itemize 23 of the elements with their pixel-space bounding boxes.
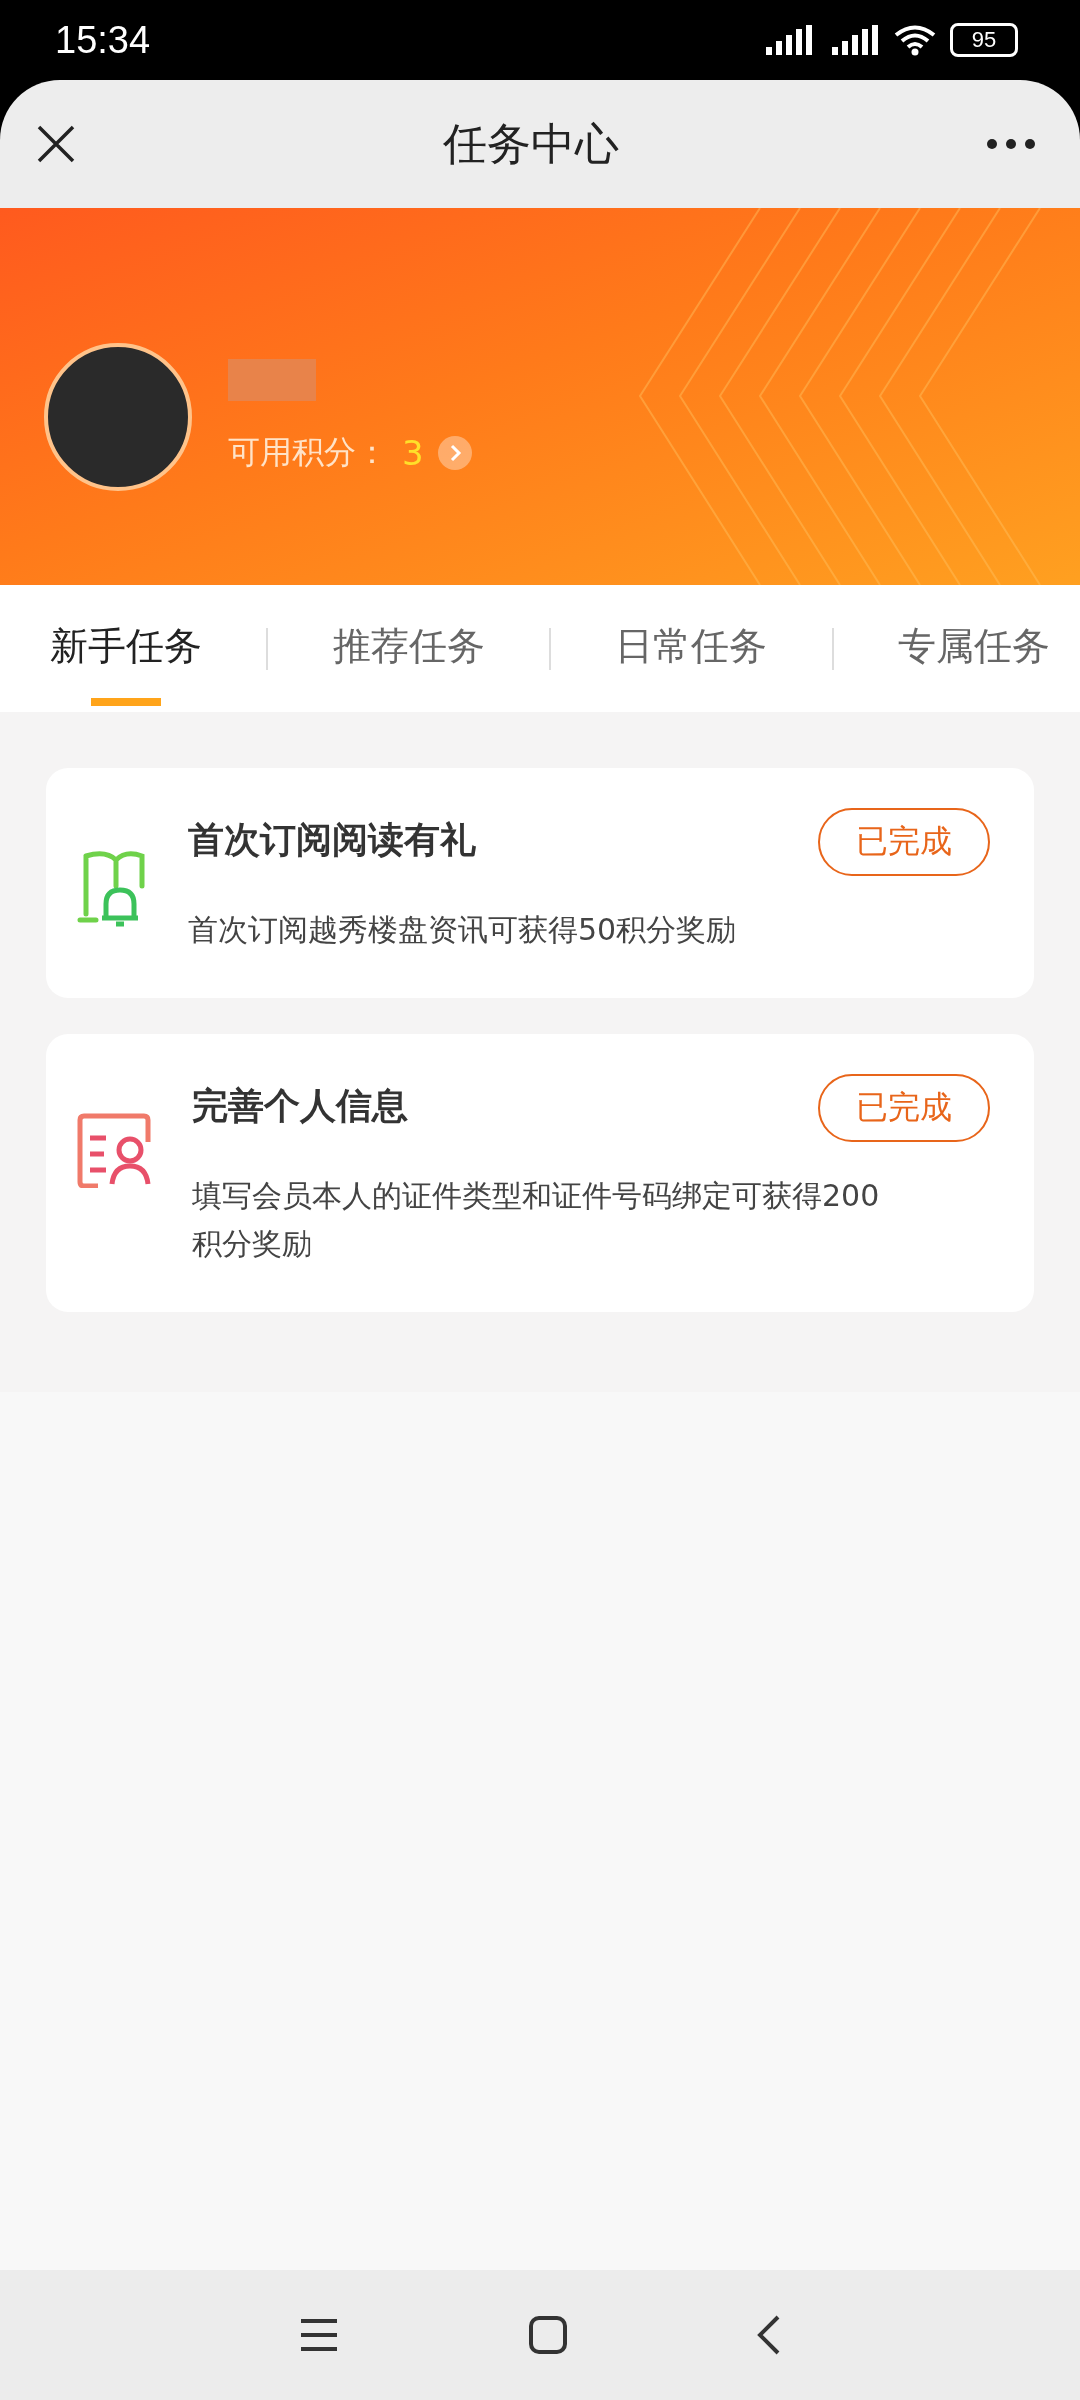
close-icon[interactable] xyxy=(36,124,76,164)
status-time: 15:34 xyxy=(55,18,151,62)
points-value: 3 xyxy=(402,432,424,473)
task-tab[interactable]: 推荐任务 xyxy=(322,591,495,706)
more-icon[interactable] xyxy=(986,138,1036,150)
completed-button[interactable]: 已完成 xyxy=(818,808,990,876)
menu-icon[interactable] xyxy=(299,2318,339,2352)
id-card-icon xyxy=(76,1112,152,1188)
battery-level: 95 xyxy=(971,27,997,53)
page-title: 任务中心 xyxy=(443,116,619,171)
home-icon[interactable] xyxy=(529,2316,567,2354)
chevron-right-icon[interactable] xyxy=(437,435,472,470)
task-title: 完善个人信息 xyxy=(192,1084,408,1128)
task-tab[interactable]: 新手任务 xyxy=(40,591,212,706)
back-icon[interactable] xyxy=(757,2315,781,2355)
points-label: 可用积分： xyxy=(228,431,388,473)
task-tab[interactable]: 日常任务 xyxy=(605,591,778,706)
task-title: 首次订阅阅读有礼 xyxy=(188,818,476,862)
task-description: 填写会员本人的证件类型和证件号码绑定可获得200积分奖励 xyxy=(192,1177,881,1263)
task-description: 首次订阅越秀楼盘资讯可获得50积分奖励 xyxy=(188,911,738,949)
completed-button[interactable]: 已完成 xyxy=(818,1074,990,1142)
task-tab[interactable]: 专属任务 xyxy=(887,591,1060,706)
wifi-icon xyxy=(894,24,936,56)
